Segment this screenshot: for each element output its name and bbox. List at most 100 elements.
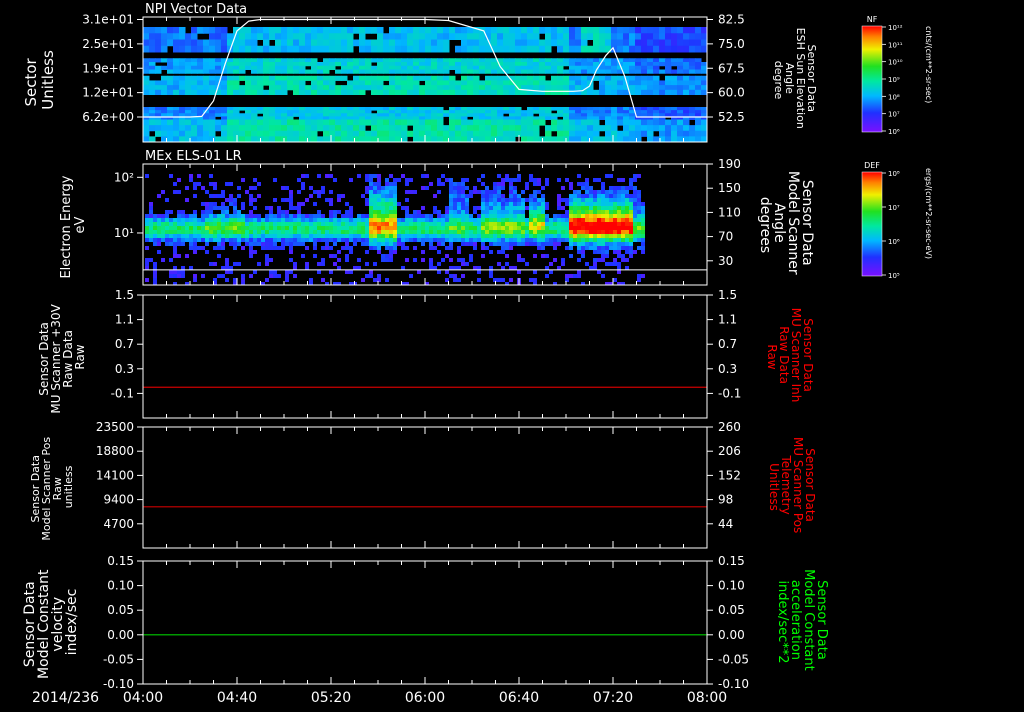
right-axis-label: Sensor Data Model Scanner Angle degrees <box>757 171 815 279</box>
heatmap-cell <box>305 246 309 250</box>
heatmap-cell <box>253 242 257 246</box>
heatmap-cell <box>245 75 252 81</box>
heatmap-cell <box>489 210 493 214</box>
heatmap-cell <box>449 190 453 194</box>
heatmap-cell <box>347 58 354 63</box>
heatmap-cell <box>565 226 569 230</box>
heatmap-cell <box>689 80 696 86</box>
heatmap-cell <box>539 110 546 114</box>
heatmap-cell <box>585 246 589 250</box>
heatmap-cell <box>557 69 564 74</box>
heatmap-cell <box>253 238 257 242</box>
heatmap-cell <box>641 125 648 132</box>
heatmap-cell <box>361 222 365 226</box>
heatmap-cell <box>503 62 510 67</box>
heatmap-cell <box>377 250 381 254</box>
heatmap-cell <box>347 89 354 95</box>
heatmap-cell <box>239 125 246 132</box>
heatmap-cell <box>209 202 213 206</box>
heatmap-cell <box>157 230 161 234</box>
heatmap-cell <box>179 107 186 111</box>
heatmap-cell <box>671 80 678 86</box>
heatmap-cell <box>485 238 489 242</box>
heatmap-cell <box>405 226 409 230</box>
heatmap-cell <box>257 89 264 95</box>
heatmap-cell <box>289 242 293 246</box>
heatmap-cell <box>633 230 637 234</box>
heatmap-cell <box>425 89 432 95</box>
heatmap-cell <box>467 113 474 117</box>
tick-label: 82.5 <box>718 13 745 27</box>
heatmap-cell <box>197 246 201 250</box>
heatmap-cell <box>275 110 282 114</box>
heatmap-cell <box>407 110 414 114</box>
heatmap-cell <box>389 80 396 86</box>
heatmap-cell <box>641 107 648 111</box>
heatmap-cell <box>269 258 273 262</box>
heatmap-cell <box>215 113 222 117</box>
heatmap-cell <box>237 226 241 230</box>
heatmap-cell <box>557 130 564 137</box>
heatmap-cell <box>257 65 264 70</box>
heatmap-cell <box>293 33 300 40</box>
heatmap-cell <box>177 218 181 222</box>
heatmap-cell <box>611 89 618 95</box>
heatmap-cell <box>573 226 577 230</box>
heatmap-cell <box>153 234 157 238</box>
heatmap-cell <box>503 89 510 95</box>
heatmap-cell <box>269 270 273 274</box>
heatmap-cell <box>509 278 513 282</box>
heatmap-cell <box>617 206 621 210</box>
heatmap-cell <box>201 218 205 222</box>
heatmap-cell <box>509 222 513 226</box>
heatmap-cell <box>479 39 486 47</box>
heatmap-cell <box>369 234 373 238</box>
heatmap-cell <box>299 33 306 40</box>
heatmap-cell <box>317 116 324 120</box>
heatmap-cell <box>491 62 498 67</box>
heatmap-cell <box>575 69 582 74</box>
heatmap-cell <box>383 119 390 126</box>
heatmap-cell <box>189 222 193 226</box>
heatmap-cell <box>521 206 525 210</box>
colorbar-tick-label: 10⁸ <box>888 170 900 178</box>
heatmap-cell <box>277 206 281 210</box>
heatmap-cell <box>365 230 369 234</box>
heatmap-cell <box>261 246 265 250</box>
heatmap-cell <box>521 33 528 40</box>
heatmap-cell <box>389 89 396 95</box>
heatmap-cell <box>517 198 521 202</box>
heatmap-cell <box>617 186 621 190</box>
heatmap-cell <box>359 75 366 81</box>
heatmap-cell <box>385 218 389 222</box>
heatmap-cell <box>473 39 480 47</box>
heatmap-cell <box>261 238 265 242</box>
heatmap-cell <box>505 210 509 214</box>
heatmap-cell <box>225 270 229 274</box>
heatmap-cell <box>485 80 492 86</box>
heatmap-cell <box>413 27 420 34</box>
heatmap-cell <box>257 182 261 186</box>
heatmap-cell <box>149 230 153 234</box>
heatmap-cell <box>419 39 426 47</box>
heatmap-cell <box>527 33 534 40</box>
heatmap-cell <box>561 258 565 262</box>
heatmap-cell <box>293 222 297 226</box>
heatmap-cell <box>293 80 300 86</box>
heatmap-cell <box>641 230 645 234</box>
heatmap-cell <box>389 194 393 198</box>
heatmap-cell <box>433 218 437 222</box>
heatmap-cell <box>251 45 258 53</box>
heatmap-cell <box>349 238 353 242</box>
heatmap-cell <box>409 190 413 194</box>
heatmap-cell <box>395 113 402 117</box>
heatmap-cell <box>677 85 684 91</box>
heatmap-cell <box>323 116 330 120</box>
heatmap-cell <box>229 194 233 198</box>
heatmap-cell <box>407 62 414 67</box>
heatmap-cell <box>569 230 573 234</box>
heatmap-cell <box>325 242 329 246</box>
heatmap-cell <box>245 190 249 194</box>
heatmap-cell <box>431 130 438 137</box>
heatmap-cell <box>457 230 461 234</box>
